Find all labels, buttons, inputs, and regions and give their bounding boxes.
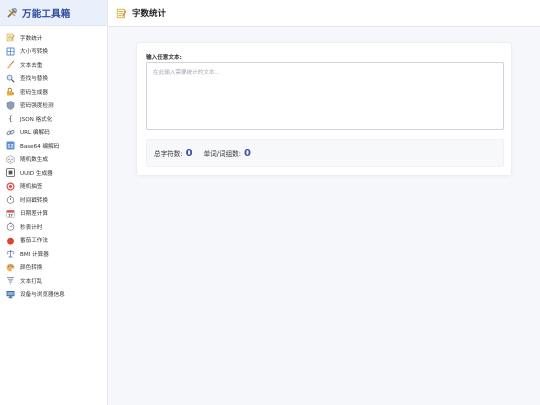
sidebar-item-find-replace[interactable]: 查找与替换 [0,72,107,86]
words-label: 单词/词组数: [203,149,241,158]
braces-icon: { [6,114,15,123]
sidebar-item-base64-codec[interactable]: 12 Base64 编解码 [0,139,107,153]
id-icon [6,168,15,178]
number-keys-icon [6,47,15,56]
sidebar-item-pomodoro[interactable]: 番茄工作法 [0,234,107,248]
shield-icon [6,101,15,110]
sidebar-item-device-info[interactable]: 设备与浏览器信息 [0,288,107,302]
memo-icon [116,8,127,19]
app-brand: 万能工具箱 [0,0,107,26]
memo-icon [6,33,15,42]
stopwatch-icon [6,195,15,204]
sidebar-item-label: 设备与浏览器信息 [20,292,65,299]
sidebar-item-json-format[interactable]: { JSON 格式化 [0,112,107,126]
sidebar-item-label: 随机抽签 [20,184,43,191]
sidebar-item-label: 颜色转换 [20,265,43,272]
sidebar-item-case-convert[interactable]: 大小写转换 [0,45,107,59]
sidebar-item-label: URL 编解码 [20,130,50,137]
svg-text:12: 12 [7,144,13,150]
text-input[interactable] [146,62,504,130]
words-value: 0 [244,147,251,159]
palette-icon [6,263,15,272]
sidebar-item-label: 密码生成器 [20,89,48,96]
sidebar-item-random-draw[interactable]: 随机抽签 [0,180,107,194]
numbers-icon: 12 [6,141,15,150]
words-stat: 单词/词组数: 0 [204,148,251,159]
sidebar-item-password-generator[interactable]: 密码生成器 [0,85,107,99]
sidebar-item-url-codec[interactable]: URL 编解码 [0,126,107,140]
tornado-icon [6,276,15,285]
sidebar-item-uuid-generator[interactable]: UUID 生成器 [0,166,107,180]
sidebar-item-label: 查找与替换 [20,76,48,83]
tools-icon [6,7,18,19]
page-header: 字数统计 [108,0,540,27]
lock-key-icon [6,87,15,96]
page-title: 字数统计 [132,9,167,19]
stats-panel: 总字符数: 0 单词/词组数: 0 [146,139,504,167]
sidebar-item-dedupe[interactable]: 文本去重 [0,58,107,72]
sidebar-item-label: 文本去重 [20,62,43,69]
sidebar-item-label: UUID 生成器 [20,170,53,177]
sidebar-item-random-number[interactable]: 随机数生成 [0,153,107,167]
sidebar-item-label: 番茄工作法 [20,238,48,245]
sidebar-nav: 字数统计 大小写转换 文本去重 查找与替换 密码生成器 密码强度检测 { JSO… [0,26,107,301]
timer-icon [6,222,15,231]
sidebar-item-label: Base64 编解码 [20,143,60,150]
sidebar-item-stopwatch[interactable]: 秒表计时 [0,220,107,234]
broom-icon [6,60,15,69]
scales-icon [6,249,15,258]
sidebar-item-password-strength[interactable]: 密码强度检测 [0,99,107,113]
sidebar-item-word-count[interactable]: 字数统计 [0,31,107,45]
sidebar-item-label: BMI 计算器 [20,251,49,258]
sidebar-item-label: 秒表计时 [20,224,43,231]
input-label: 输入任意文本: [146,55,182,61]
monitor-icon [6,290,15,299]
sidebar-item-timestamp-convert[interactable]: 时间戳转换 [0,193,107,207]
total-chars-label: 总字符数: [154,149,183,158]
sidebar-item-text-shuffle[interactable]: 文本打乱 [0,274,107,288]
total-chars-value: 0 [185,147,193,159]
target-icon [6,182,15,191]
link-icon [6,128,15,137]
sidebar-item-color-convert[interactable]: 颜色转换 [0,261,107,275]
sidebar-item-label: 随机数生成 [20,157,48,164]
calendar-icon: 17 [6,209,15,218]
sidebar-item-label: 文本打乱 [20,278,43,285]
svg-text:17: 17 [8,213,13,217]
sidebar: 万能工具箱 字数统计 大小写转换 文本去重 查找与替换 密码生成器 密码强度检测… [0,0,108,405]
svg-text:{: { [8,115,12,123]
word-count-card: 输入任意文本: 总字符数: 0 单词/词组数: 0 [136,42,512,176]
tomato-icon [6,236,15,245]
total-chars-stat: 总字符数: 0 [154,148,193,159]
sidebar-item-bmi-calculator[interactable]: BMI 计算器 [0,247,107,261]
app-title: 万能工具箱 [22,8,71,20]
dice-icon [6,155,15,164]
sidebar-item-label: 密码强度检测 [20,103,54,110]
sidebar-item-date-diff[interactable]: 17 日期差计算 [0,207,107,221]
sidebar-item-label: 大小写转换 [20,49,48,56]
sidebar-item-label: 字数统计 [20,35,43,42]
sidebar-item-label: JSON 格式化 [20,116,53,123]
magnifier-icon [6,74,15,83]
sidebar-item-label: 时间戳转换 [20,197,48,204]
sidebar-item-label: 日期差计算 [20,211,48,218]
